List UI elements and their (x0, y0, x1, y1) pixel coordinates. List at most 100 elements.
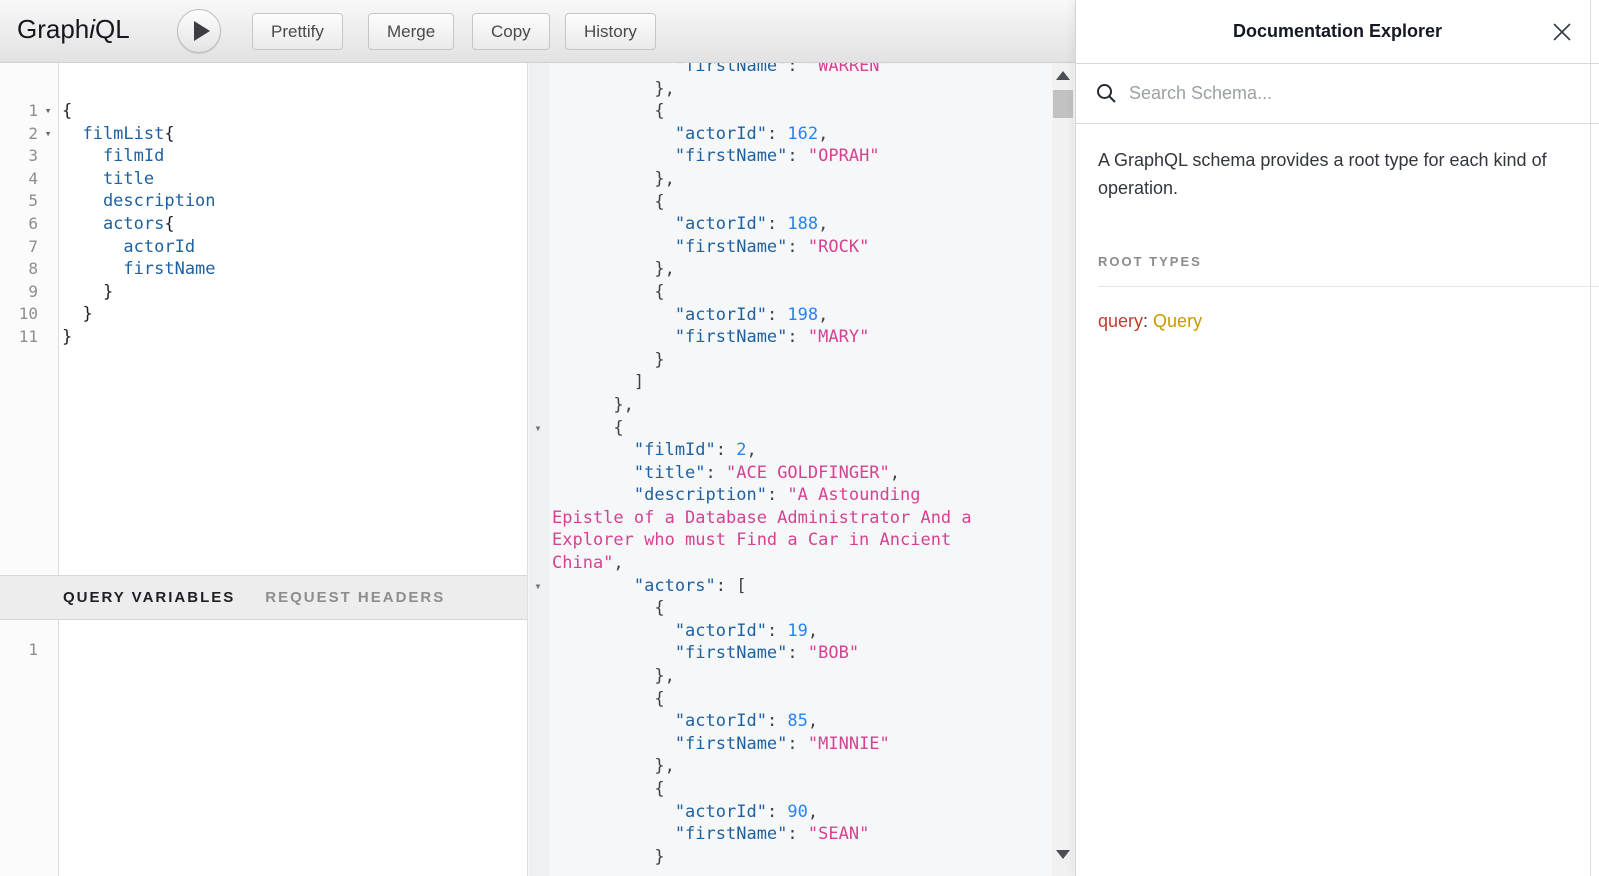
code-line: Explorer who must Find a Car in Ancient (528, 529, 1075, 552)
fold-gutter (38, 258, 58, 281)
copy-button[interactable]: Copy (472, 13, 550, 50)
toolbar: GraphiQL Prettify Merge Copy History (0, 0, 1075, 63)
line-number: 2 (0, 123, 38, 146)
code-line: ▾ { (528, 417, 1075, 440)
fold-gutter (528, 552, 548, 575)
code-line: 6 actors{ (0, 213, 527, 236)
code-line: "firstName": "MARY" (528, 326, 1075, 349)
fold-gutter (528, 484, 548, 507)
root-type-separator: : (1143, 311, 1153, 331)
fold-gutter (528, 213, 548, 236)
fold-gutter (528, 236, 548, 259)
fold-gutter (38, 303, 58, 326)
code-line: "firstName": "OPRAH" (528, 145, 1075, 168)
code-line: } (528, 846, 1075, 869)
code-line: "actorId": 19, (528, 620, 1075, 643)
fold-gutter (38, 168, 58, 191)
merge-button[interactable]: Merge (368, 13, 454, 50)
fold-gutter (528, 507, 548, 530)
code-line: "filmId": 2, (528, 439, 1075, 462)
code-line: }, (528, 665, 1075, 688)
fold-gutter (38, 326, 58, 349)
graphiql-logo: GraphiQL (17, 14, 130, 45)
query-editor-pane[interactable]: 1▾{2▾ filmList{3 filmId4 title5 descript… (0, 63, 527, 575)
code-line: { (528, 281, 1075, 304)
fold-gutter (528, 326, 548, 349)
fold-gutter (528, 191, 548, 214)
fold-gutter (528, 597, 548, 620)
code-line: }, (528, 78, 1075, 101)
line-number: 10 (0, 303, 38, 326)
fold-gutter (528, 665, 548, 688)
code-line: 10 } (0, 303, 527, 326)
scrollbar-thumb[interactable] (1053, 90, 1073, 118)
code-line: Epistle of a Database Administrator And … (528, 507, 1075, 530)
root-type-keyword: query (1098, 311, 1143, 331)
line-number: 3 (0, 145, 38, 168)
code-line: { (528, 688, 1075, 711)
fold-arrow-icon[interactable]: ▾ (38, 123, 58, 146)
fold-gutter (528, 123, 548, 146)
scrollbar-up-arrow-icon[interactable] (1052, 71, 1074, 91)
query-variables-editor-pane[interactable]: 1 (0, 620, 527, 876)
code-line: "firstName": "WARREN" (528, 63, 1075, 78)
documentation-explorer-panel: Documentation Explorer A GraphQL schema … (1075, 0, 1599, 876)
fold-gutter (38, 213, 58, 236)
code-line: "actorId": 162, (528, 123, 1075, 146)
query-variables-editor[interactable]: 1 (0, 620, 527, 662)
fold-gutter (528, 304, 548, 327)
code-line: "firstName": "SEAN" (528, 823, 1075, 846)
code-line: { (528, 191, 1075, 214)
fold-gutter (528, 439, 548, 462)
response-viewer-pane[interactable]: "firstName": "WARREN" }, { "actorId": 16… (527, 63, 1075, 876)
code-line: }, (528, 755, 1075, 778)
fold-gutter (528, 620, 548, 643)
search-schema-input[interactable] (1127, 82, 1551, 105)
code-line: "actorId": 188, (528, 213, 1075, 236)
line-number: 1 (0, 100, 38, 123)
line-number: 4 (0, 168, 38, 191)
fold-gutter (528, 529, 548, 552)
schema-search-bar (1076, 64, 1599, 124)
fold-arrow-icon[interactable]: ▾ (38, 100, 58, 123)
history-button[interactable]: History (565, 13, 656, 50)
code-line: "actorId": 198, (528, 304, 1075, 327)
scrollbar-down-arrow-icon[interactable] (1052, 850, 1074, 870)
line-number: 8 (0, 258, 38, 281)
execute-query-button[interactable] (177, 9, 221, 53)
fold-gutter (528, 63, 548, 78)
fold-arrow-icon[interactable]: ▾ (528, 575, 548, 598)
code-line: { (528, 778, 1075, 801)
code-line: { (528, 597, 1075, 620)
line-number: 11 (0, 326, 38, 349)
prettify-button[interactable]: Prettify (252, 13, 343, 50)
fold-gutter (528, 846, 548, 869)
line-number: 9 (0, 281, 38, 304)
code-line: 3 filmId (0, 145, 527, 168)
fold-gutter (528, 642, 548, 665)
code-line: "description": "A Astounding (528, 484, 1075, 507)
code-line: 8 firstName (0, 258, 527, 281)
code-line: China", (528, 552, 1075, 575)
tab-query-variables[interactable]: QUERY VARIABLES (63, 589, 235, 606)
play-icon (194, 21, 210, 41)
schema-description: A GraphQL schema provides a root type fo… (1098, 146, 1556, 202)
query-editor[interactable]: 1▾{2▾ filmList{3 filmId4 title5 descript… (0, 63, 527, 349)
fold-gutter (528, 801, 548, 824)
doc-explorer-title: Documentation Explorer (1233, 21, 1442, 42)
code-line: "title": "ACE GOLDFINGER", (528, 462, 1075, 485)
fold-gutter (38, 236, 58, 259)
code-line: 7 actorId (0, 236, 527, 259)
fold-arrow-icon[interactable]: ▾ (528, 417, 548, 440)
line-number: 7 (0, 236, 38, 259)
fold-gutter (528, 823, 548, 846)
type-link-query[interactable]: Query (1153, 311, 1202, 331)
code-line: }, (528, 394, 1075, 417)
tab-request-headers[interactable]: REQUEST HEADERS (265, 589, 445, 606)
line-number: 6 (0, 213, 38, 236)
fold-gutter (528, 100, 548, 123)
close-doc-explorer-button[interactable] (1551, 21, 1573, 43)
response-viewer[interactable]: "firstName": "WARREN" }, { "actorId": 16… (528, 63, 1075, 868)
code-line: 9 } (0, 281, 527, 304)
response-scrollbar[interactable] (1052, 63, 1074, 876)
